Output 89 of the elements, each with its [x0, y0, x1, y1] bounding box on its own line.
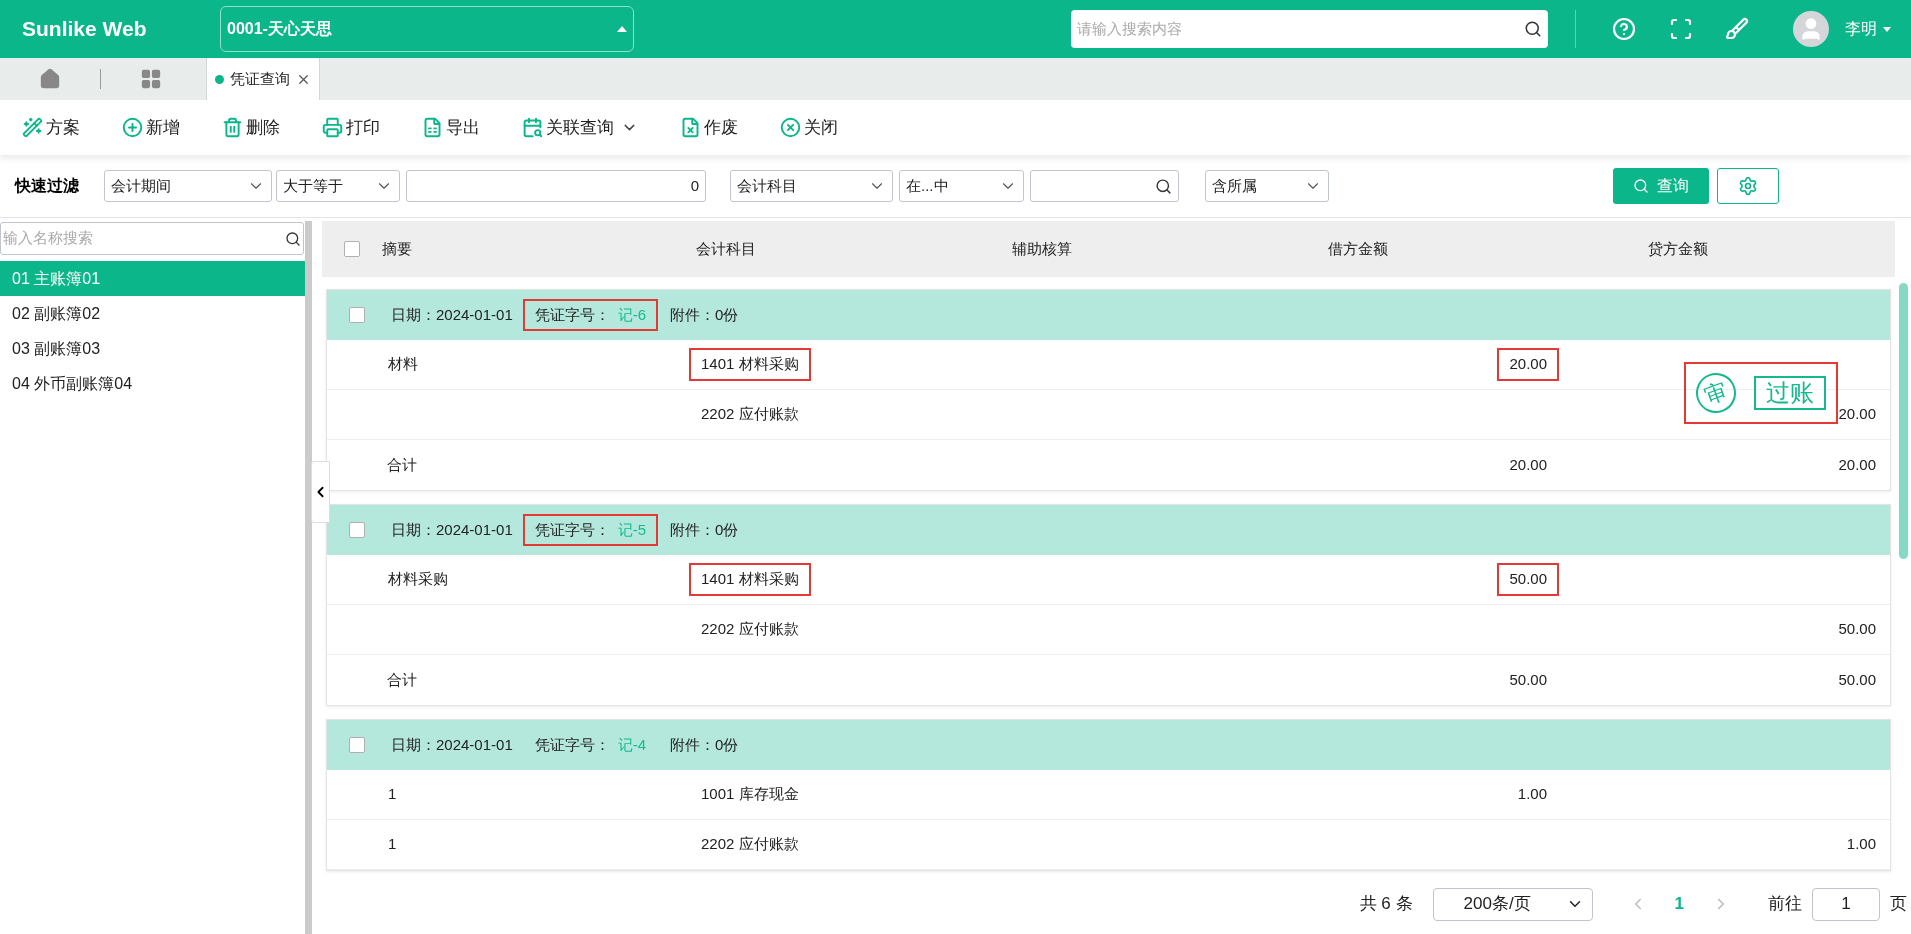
debit-total: 50.00	[1509, 669, 1547, 690]
account-cell-text: 2202 应付账款	[700, 404, 800, 425]
summary-cell: 1	[387, 785, 397, 803]
caret-up-icon	[617, 26, 627, 32]
spreadsheet-icon	[422, 117, 443, 138]
page-size-select[interactable]: 200条/页	[1432, 887, 1593, 921]
help-icon[interactable]	[1612, 17, 1636, 41]
search-icon	[1524, 20, 1542, 38]
select-field[interactable]: 大于等于	[276, 170, 400, 202]
checkbox[interactable]	[349, 737, 365, 753]
voucher-attachments: 附件：0份	[670, 519, 739, 540]
grid-icon[interactable]	[140, 68, 162, 90]
posted-stamp: 过账	[1754, 376, 1826, 410]
search-icon	[285, 230, 301, 247]
column-header: 辅助核算	[1012, 238, 1072, 259]
gear-icon	[1738, 176, 1758, 196]
goto-label: 前往	[1768, 893, 1802, 916]
select-field[interactable]: 会计期间	[104, 170, 272, 202]
credit-amount: 1.00	[1845, 834, 1877, 855]
select-field[interactable]: 含所属	[1205, 170, 1329, 202]
voucher-number-label: 凭证字号：	[534, 304, 610, 325]
calendar-search-icon	[522, 117, 543, 138]
sidebar-item[interactable]: 04 外币副账簿04	[0, 366, 305, 401]
account-cell: 1401 材料采购	[689, 563, 811, 596]
toolbar-button[interactable]: 作废	[680, 114, 738, 141]
voucher-date: 日期：2024-01-01	[391, 734, 513, 755]
close-icon	[780, 117, 801, 138]
search-icon	[1633, 178, 1649, 194]
total-label: 合计	[387, 669, 417, 690]
voucher-number-label: 凭证字号：	[534, 734, 610, 755]
scrollbar-thumb[interactable]	[1898, 283, 1908, 559]
toolbar-button[interactable]: 关闭	[780, 114, 838, 141]
column-header: 摘要	[382, 238, 412, 259]
filter-label: 快速过滤	[15, 176, 79, 196]
search-field[interactable]	[1030, 170, 1179, 202]
account-cell-text: 2202 应付账款	[700, 834, 800, 855]
select-field[interactable]: 会计科目	[730, 170, 893, 202]
toolbar-button[interactable]: 方案	[22, 114, 80, 141]
plus-circle-icon	[122, 117, 143, 138]
collapse-handle[interactable]	[311, 461, 330, 523]
debit-amount: 50.00	[1497, 563, 1559, 596]
toolbar-button[interactable]: 打印	[322, 114, 380, 141]
summary-cell: 材料	[387, 355, 418, 373]
account-cell-text: 2202 应付账款	[700, 619, 800, 640]
settings-button[interactable]	[1717, 168, 1779, 204]
account-cell-text: 1001 库存现金	[700, 784, 800, 805]
sidebar-item[interactable]: 02 副账簿02	[0, 296, 305, 331]
voucher-attachments: 附件：0份	[670, 304, 739, 325]
debit-amount: 20.00	[1497, 348, 1559, 381]
voucher-attachments: 附件：0份	[670, 734, 739, 755]
column-header: 借方金额	[1328, 238, 1388, 259]
page-suffix: 页	[1890, 893, 1907, 916]
void-document-icon	[680, 117, 701, 138]
toolbar-button[interactable]: 新增	[122, 114, 180, 141]
account-cell: 1401 材料采购	[689, 348, 811, 381]
fullscreen-icon[interactable]	[1669, 17, 1693, 41]
sidebar-item[interactable]: 03 副账簿03	[0, 331, 305, 366]
checkbox[interactable]	[344, 241, 360, 257]
caret-down-icon	[1883, 26, 1891, 32]
debit-amount: 1.00	[1516, 784, 1548, 805]
credit-total: 20.00	[1838, 454, 1876, 475]
search-icon	[1155, 177, 1172, 195]
credit-amount: 20.00	[1837, 404, 1877, 425]
checkbox[interactable]	[349, 522, 365, 538]
tab[interactable]: 凭证查询	[206, 58, 320, 100]
total-label: 合计	[387, 454, 417, 475]
column-header: 贷方金额	[1648, 238, 1708, 259]
avatar[interactable]	[1793, 11, 1829, 47]
home-icon[interactable]	[39, 68, 61, 90]
toolbar-button[interactable]: 关联查询	[522, 114, 638, 141]
voucher-date: 日期：2024-01-01	[391, 304, 513, 325]
trash-icon	[222, 117, 243, 138]
credit-amount: 50.00	[1837, 619, 1877, 640]
input-field[interactable]: 0	[406, 170, 706, 202]
summary-cell: 材料采购	[387, 570, 448, 588]
debit-total: 20.00	[1509, 454, 1547, 475]
column-header: 会计科目	[696, 238, 756, 259]
checkbox[interactable]	[349, 307, 365, 323]
voucher-number-label: 凭证字号：	[534, 519, 610, 540]
total-count: 共 6 条	[1359, 893, 1413, 916]
page-input[interactable]: 1	[1812, 887, 1880, 921]
credit-total: 50.00	[1838, 669, 1876, 690]
toolbar-button[interactable]: 导出	[422, 114, 480, 141]
select-field[interactable]: 在...中	[899, 170, 1024, 202]
toolbar-button[interactable]: 删除	[222, 114, 280, 141]
printer-icon	[322, 117, 343, 138]
wand-icon	[22, 117, 43, 138]
summary-cell: 1	[387, 835, 397, 853]
voucher-date: 日期：2024-01-01	[391, 519, 513, 540]
